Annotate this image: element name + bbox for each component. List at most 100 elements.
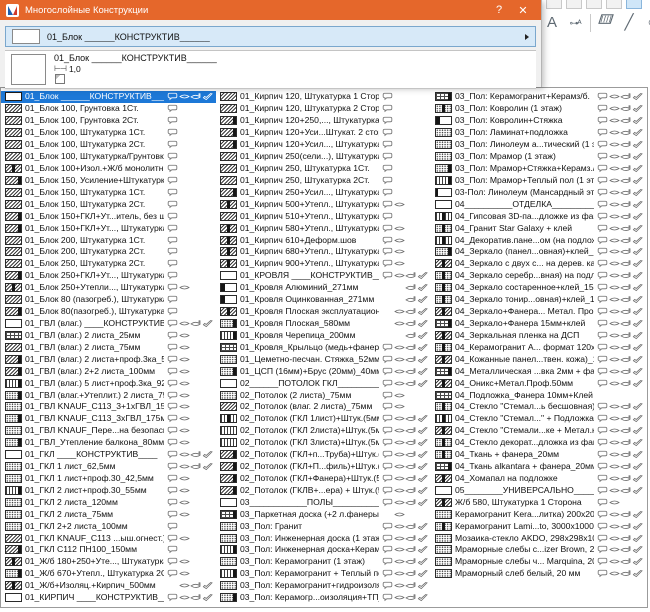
composite-row[interactable]: Мозаика-стекло AKDO, 298х298х10мм <box>431 532 646 544</box>
composite-row[interactable]: 04_Зеркало состаренное+клей_15мм <box>431 282 646 294</box>
composite-row[interactable]: Ж/б 580, Штукатурка 1 Сторона <box>431 496 646 508</box>
composite-row[interactable]: 01_Блок 200, Штукатурка 2Ст. <box>1 246 216 258</box>
composite-row[interactable]: 03_Пол: Мрамор (1 этаж) <box>431 151 646 163</box>
composite-row[interactable]: 01_ГКЛ 2+2 листа_100мм <box>1 520 216 532</box>
composite-row[interactable]: 04_Кожанные панел...твен. кожа)_15мм <box>431 353 646 365</box>
composite-row[interactable]: 02_Потолок (ГКЛВ+...ера) + Штук.(5мм) <box>216 484 431 496</box>
composite-row[interactable]: 01_Ж/б+Изоляц.+Кирпич_500мм <box>1 580 216 592</box>
composite-row[interactable]: 01_ГВЛ KNAUF_Пере...на безопасности» <box>1 425 216 437</box>
composite-row[interactable]: 01_Блок 150+ГКЛ+Ут...итель, без штукат. <box>1 210 216 222</box>
composite-row[interactable]: 04_Стекло "Стемал..." + Подложка 10мм <box>431 413 646 425</box>
composite-row[interactable]: 03_Пол: Линолеум а...тический (1 этаж) <box>431 139 646 151</box>
composite-row[interactable]: 03_Пол: Керамогр...оизоляция+ТП_Душ <box>216 592 431 604</box>
composite-row[interactable]: 01_Кирпич 500+Утепл., Штукатурка 1Ст. <box>216 198 431 210</box>
composite-row[interactable]: 02_Потолок (ГКЛ+П...филь)+Штук.(5мм) <box>216 461 431 473</box>
composite-row[interactable]: 01_Блок 100, Штукатурка/Грунтовка 2Ст. <box>1 151 216 163</box>
composite-row[interactable]: 01_Кирпич 250, Штукатурка 1Ст. <box>216 163 431 175</box>
composite-row[interactable]: 03_Пол: Керамогранит+гидроизоляция <box>216 580 431 592</box>
composite-row[interactable]: 01_Ж/б 180+250+Уте..., Штукатурка 1Ст. <box>1 556 216 568</box>
composite-row[interactable]: 01_ГВЛ (влаг.) ____КОНСТРУКТИВ____ <box>1 318 216 330</box>
composite-row[interactable]: 01_Блок 100+Изол.+Ж/б монолитный <box>1 163 216 175</box>
composite-row[interactable]: 03_Пол: Гранит <box>216 520 431 532</box>
composite-row[interactable]: 01_Кирпич 580+Утепл., Штукатурка 1Ст. <box>216 222 431 234</box>
composite-row[interactable]: 03_Пол: Керамогранит+Керамз/б. <box>431 91 646 103</box>
toolbar-icon-partial-active[interactable] <box>626 0 642 9</box>
composite-row[interactable]: 01_Блок 200, Штукатурка 1Ст. <box>1 234 216 246</box>
composite-row[interactable]: 05________УНИВЕРСАЛЬНО__________ <box>431 484 646 496</box>
composite-row[interactable]: 03_Пол: Мрамор+Теплый пол (1 этаж) <box>431 174 646 186</box>
composite-row[interactable]: Керамогранит Kera...литка) 200х200х10 <box>431 508 646 520</box>
composite-row[interactable]: 03_Пол: Мрамор+Стяжка+Керамз./б. <box>431 163 646 175</box>
line-tool-icon[interactable]: ╱ <box>621 12 637 34</box>
composite-row[interactable]: 03_Пол: Ламинат+подложка <box>431 127 646 139</box>
composite-row[interactable]: 04_Ткань + фанера_20мм <box>431 449 646 461</box>
composite-row[interactable]: 02_Потолок (2 листа)_75мм <box>216 389 431 401</box>
fill-tool-icon[interactable] <box>598 12 614 34</box>
composite-row[interactable]: Керамогранит Lami...to, 3000х1000х3мм <box>431 520 646 532</box>
composite-row[interactable]: 02_Потолок (ГКЛ 1лист)+Штук.(5мм) <box>216 413 431 425</box>
composite-row[interactable]: 04_Стекло декорат...дложка из фанеры <box>431 437 646 449</box>
composite-row[interactable]: 01_Блок 250+Утепли..., Штукатурка 1Ст. <box>1 282 216 294</box>
composite-row[interactable]: 01_ГВЛ (влаг.) 2 листа_25мм <box>1 329 216 341</box>
composite-row[interactable]: 04_Ткань alkantara + фанера_20мм <box>431 461 646 473</box>
composite-row[interactable]: 01_ГКЛ KNAUF_С113 ...ыш.огнест.) 3хГСП <box>1 532 216 544</box>
composite-row[interactable]: 04_Стекло "Стемали...ке + Метал.каркас <box>431 425 646 437</box>
composite-row[interactable]: 01_Кровля_Крыльцо (медь+фанера) <box>216 341 431 353</box>
composite-row[interactable]: 03-Пол: Линолеум (Мансардный этаж) <box>431 186 646 198</box>
composite-row[interactable]: 04_Зеркало серебр...вная) на подложке <box>431 270 646 282</box>
composite-row[interactable]: 01_Блок 100, Грунтовка 2Ст. <box>1 115 216 127</box>
composite-row[interactable]: 01_Кирпич 900+Утепл., Штукатурка 1Ст. <box>216 258 431 270</box>
composite-row[interactable]: 01_Кирпич 120, Штукатурка 2 Стороны <box>216 103 431 115</box>
composite-row[interactable]: Мраморные слебы c...izer Brown, 20 мм <box>431 544 646 556</box>
composite-row[interactable]: 01_ГКЛ 2 листа_120мм <box>1 496 216 508</box>
composite-row[interactable]: 01_ГВЛ (влаг.) 2 листа_75мм <box>1 341 216 353</box>
composite-row[interactable]: 01_Блок 80(пазогреб.), Штукатурка 1Ст. <box>1 306 216 318</box>
composite-row[interactable]: 03_Пол: Инженерная доска+Керамз/б. <box>216 544 431 556</box>
composite-row[interactable]: 01_Кровля Плоская эксплуатационная <box>216 306 431 318</box>
composite-row[interactable]: 02______ПОТОЛОК ГКЛ__________ <box>216 377 431 389</box>
composite-row[interactable]: 01_Кирпич 250+Усил..., Штукатурка 2Ст. <box>216 186 431 198</box>
composite-row[interactable]: 01_Кирпич 120+Уси...Штукат. 2 стороны <box>216 127 431 139</box>
composite-row[interactable]: 01_Кровля Оцинкованная_271мм <box>216 294 431 306</box>
label-tool-icon[interactable]: ⊶ᴬ <box>567 12 583 34</box>
composite-row[interactable]: 01_Кирпич 250, Штукатурка 2Ст. <box>216 174 431 186</box>
composite-row[interactable]: 04_Зеркало (панел...овная)+клей_10мм <box>431 246 646 258</box>
composite-row[interactable]: 01_Блок 80 (пазогреб.), Штукатурка 2Ст. <box>1 294 216 306</box>
composite-row[interactable]: 01_Кровля Алюминий_271мм <box>216 282 431 294</box>
composite-row[interactable]: 01_Блок 100, Штукатурка 2Ст. <box>1 139 216 151</box>
composite-row[interactable]: 01_Кирпич 120, Штукатурка 1 Сторона <box>216 91 431 103</box>
composite-row[interactable]: 01_ГКЛ 1 лист+проф.30_42,5мм <box>1 473 216 485</box>
composite-row[interactable]: 01_Кирпич 610+Деформ.шов <box>216 234 431 246</box>
composite-row[interactable]: 04_Гранит Star Galaxy + клей <box>431 222 646 234</box>
composite-row[interactable]: 01_Цеметно-песчан. Стяжка_52мм <box>216 353 431 365</box>
composite-row[interactable]: 01_ГКЛ ____КОНСТРУКТИВ____ <box>1 449 216 461</box>
composite-selector[interactable]: 01_Блок ______КОНСТРУКТИВ______ <box>5 26 536 47</box>
composite-row[interactable]: 02_Потолок (ГКЛ+п...Труба)+Штук.(5мм) <box>216 449 431 461</box>
dialog-titlebar[interactable]: Многослойные Конструкции ? ✕ <box>0 0 541 20</box>
composite-row[interactable]: 01_ГКЛ 1 лист_62,5мм <box>1 461 216 473</box>
composite-row[interactable]: 01_Кирпич 250(сели...), Штукатурка 1Ст. <box>216 151 431 163</box>
composite-row[interactable]: 01_Кирпич 680+Утепл., Штукатурка 1Ст. <box>216 246 431 258</box>
composite-row[interactable]: 01_ГВЛ (влаг.) 2 листа+проф.3ка_55мм <box>1 353 216 365</box>
composite-row[interactable]: 04_Зеркало с двух с... на дерев. каркасе <box>431 258 646 270</box>
composite-row[interactable]: 02_Потолок (ГКЛ+Фанера)+Штук.(5мм) <box>216 473 431 485</box>
composite-row[interactable]: 02_Потолок (влаг. 2 листа)_75мм <box>216 401 431 413</box>
composite-row[interactable]: 02_Потолок (ГКЛ 2листа)+Штук.(5мм) <box>216 425 431 437</box>
help-button[interactable]: ? <box>487 4 511 16</box>
composite-row[interactable]: 01_ГКЛ С112 ПН100_150мм <box>1 544 216 556</box>
composite-row[interactable]: Мраморные слебы ч... Marquina, 20 мм <box>431 556 646 568</box>
composite-row[interactable]: 04_Подложка_Фанера 10мм+Клей <box>431 389 646 401</box>
composite-row[interactable]: 01_ГВЛ (влаг.) 5 лист+проф.3ка_92,5мм <box>1 377 216 389</box>
composite-row[interactable]: 01_ГКЛ 2 лист+проф.30_55мм <box>1 484 216 496</box>
toolbar-icon-partial[interactable] <box>606 0 622 9</box>
composite-row[interactable]: 01_ГВЛ (влаг.+Утеплит.) 2 листа_75мм <box>1 389 216 401</box>
composite-row[interactable]: 03_Пол: Керамогранит (1 этаж) <box>216 556 431 568</box>
composite-row[interactable]: 04_Зеркало тонир...овная)+клей_15мм <box>431 294 646 306</box>
composite-row[interactable]: 01_Блок 150, Усиление+Штукатурка 2Ст. <box>1 174 216 186</box>
text-tool-icon[interactable]: A <box>544 12 560 34</box>
composite-row[interactable]: 01_ГВЛ KNAUF_С113_3хГВЛ_175мм <box>1 413 216 425</box>
composite-row[interactable]: 01_Блок 150+ГКЛ+Ут..., Штукатурка 1Ст. <box>1 222 216 234</box>
composite-row[interactable]: 04_Оникс+Метал.Проф.50мм <box>431 377 646 389</box>
composite-row[interactable]: 01_Кирпич 510+Утепл., Штукатурка 1Ст. <box>216 210 431 222</box>
composite-row[interactable]: 01_Ж/б 670+Утепл., Штукатурка 2Ст. <box>1 568 216 580</box>
